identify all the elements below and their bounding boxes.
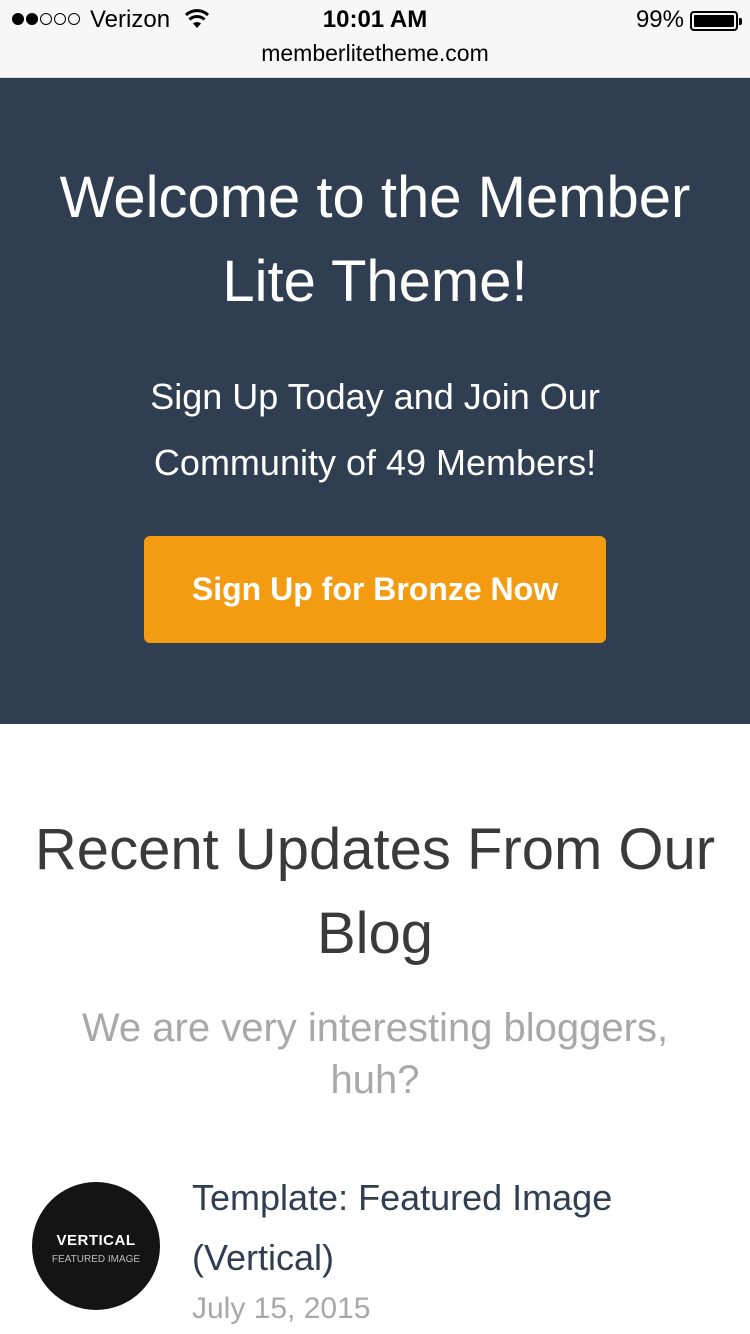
battery-percentage: 99% <box>635 6 684 33</box>
hero-banner: Welcome to the Member Lite Theme! Sign U… <box>0 78 750 724</box>
thumbnail-title: VERTICAL <box>56 1232 136 1249</box>
hero-subtitle: Sign Up Today and Join Our Community of … <box>150 376 600 483</box>
blog-section-title: Recent Updates From Our Blog <box>34 817 716 966</box>
hero-title: Welcome to the Member Lite Theme! <box>59 165 691 314</box>
battery-icon <box>690 11 742 31</box>
address-bar[interactable]: memberlitetheme.com <box>0 40 750 67</box>
post-date: July 15, 2015 <box>192 1292 371 1325</box>
post-title-link[interactable]: Template: Featured Image (Vertical) <box>192 1168 722 1288</box>
thumbnail-caption: FEATURED IMAGE <box>51 1254 141 1265</box>
battery-level <box>694 15 734 27</box>
browser-chrome: Verizon 10:01 AM 99% memberlitetheme.com <box>0 0 750 78</box>
blog-section-subtitle: We are very interesting bloggers, huh? <box>81 1006 669 1102</box>
blog-post-item: VERTICAL FEATURED IMAGE Template: Featur… <box>0 1168 750 1334</box>
sign-up-bronze-button[interactable]: Sign Up for Bronze Now <box>144 536 606 643</box>
post-thumbnail[interactable]: VERTICAL FEATURED IMAGE <box>32 1182 160 1310</box>
status-bar: Verizon 10:01 AM 99% <box>0 0 750 40</box>
